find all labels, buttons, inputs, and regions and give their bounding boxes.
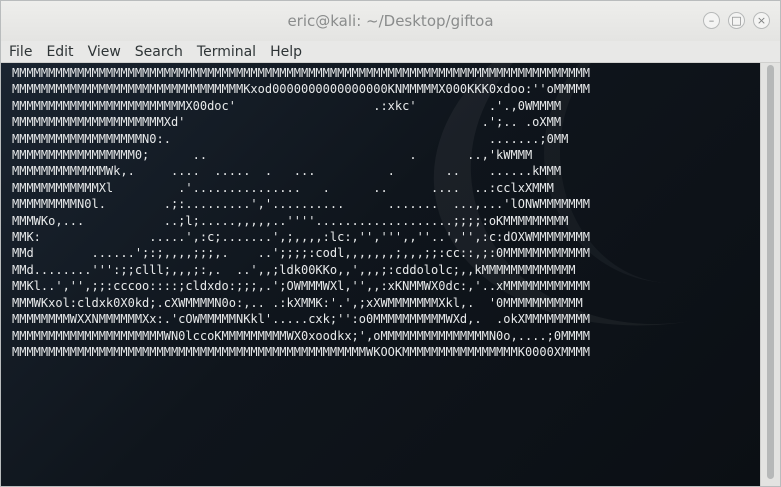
- maximize-button[interactable]: □: [728, 12, 745, 29]
- terminal-line: MMMMMMMMMMMMMMMMMMN0:. .......;0MM: [12, 131, 569, 146]
- close-icon: ×: [756, 14, 767, 27]
- menu-bar: File Edit View Search Terminal Help: [1, 41, 780, 63]
- terminal-line: MMMMMMMMWXXNMMMMMMXx:.'cOWMMMMMNKkl'....…: [12, 312, 590, 327]
- menu-file[interactable]: File: [9, 44, 32, 60]
- terminal-line: MMMMMMMMMMMMMMMMMMMMMMMMMMMMMMMMKxod0000…: [12, 82, 590, 97]
- menu-help[interactable]: Help: [270, 44, 302, 60]
- terminal-line: MMMMMMMMMN0l. .;:.........','.......... …: [12, 197, 590, 212]
- terminal-line: MMMMMMMMMMMMMMMMM0; .. . ..,'kWMMM: [12, 148, 533, 163]
- menu-edit[interactable]: Edit: [46, 44, 73, 60]
- terminal-window: eric@kali: ~/Desktop/giftoa – □ × File E…: [0, 0, 781, 487]
- terminal-line: MMMMMMMMMMMMMWk,. .... ..... . ... . .. …: [12, 164, 562, 179]
- vertical-scrollbar[interactable]: [760, 63, 780, 486]
- terminal-area[interactable]: MMMMMMMMMMMMMMMMMMMMMMMMMMMMMMMMMMMMMMMM…: [1, 63, 760, 486]
- terminal-line: MMd........''':;;clll;,,,;:,. ..',,;ldk0…: [12, 262, 576, 277]
- window-controls: – □ ×: [703, 12, 770, 29]
- terminal-line: MMKl..','',;;:cccoo::::;cldxdo:;;;,.';OW…: [12, 279, 590, 294]
- window-title: eric@kali: ~/Desktop/giftoa: [287, 12, 494, 30]
- menu-terminal[interactable]: Terminal: [197, 44, 256, 60]
- close-button[interactable]: ×: [753, 12, 770, 29]
- terminal-line: MMMMMMMMMMMMMMMMMMMMMXd' .';.. .oXMM: [12, 115, 562, 130]
- minimize-icon: –: [708, 14, 715, 27]
- title-bar[interactable]: eric@kali: ~/Desktop/giftoa – □ ×: [1, 1, 780, 42]
- maximize-icon: □: [731, 14, 742, 27]
- terminal-output: MMMMMMMMMMMMMMMMMMMMMMMMMMMMMMMMMMMMMMMM…: [12, 65, 590, 360]
- terminal-line: MMMMMMMMMMMMXl .'............... . .. ..…: [12, 180, 554, 195]
- terminal-line: MMMWKxol:cldxk0X0kd;.cXWMMMMN0o:,.. .:kX…: [12, 295, 583, 310]
- menu-view[interactable]: View: [88, 44, 121, 60]
- terminal-line: MMd ......';:;,,,,;;;,. ..';;;;:codl,,,,…: [12, 246, 590, 261]
- menu-search[interactable]: Search: [135, 44, 183, 60]
- terminal-line: MMK: .....',:c;.......',;,,,,:lc:,'','''…: [12, 230, 590, 245]
- scrollbar-thumb[interactable]: [767, 65, 774, 479]
- terminal-line: MMMMMMMMMMMMMMMMMMMMMWN0lccoKMMMMMMMMMWX…: [12, 328, 590, 343]
- terminal-line: MMMWKo,... ..;l;.....,,,,,..''''........…: [12, 213, 569, 228]
- terminal-line: MMMMMMMMMMMMMMMMMMMMMMMMX00doc' .:xkc' .…: [12, 98, 562, 113]
- terminal-line: MMMMMMMMMMMMMMMMMMMMMMMMMMMMMMMMMMMMMMMM…: [12, 66, 590, 80]
- minimize-button[interactable]: –: [703, 12, 720, 29]
- terminal-line: MMMMMMMMMMMMMMMMMMMMMMMMMMMMMMMMMMMMMMMM…: [12, 344, 590, 359]
